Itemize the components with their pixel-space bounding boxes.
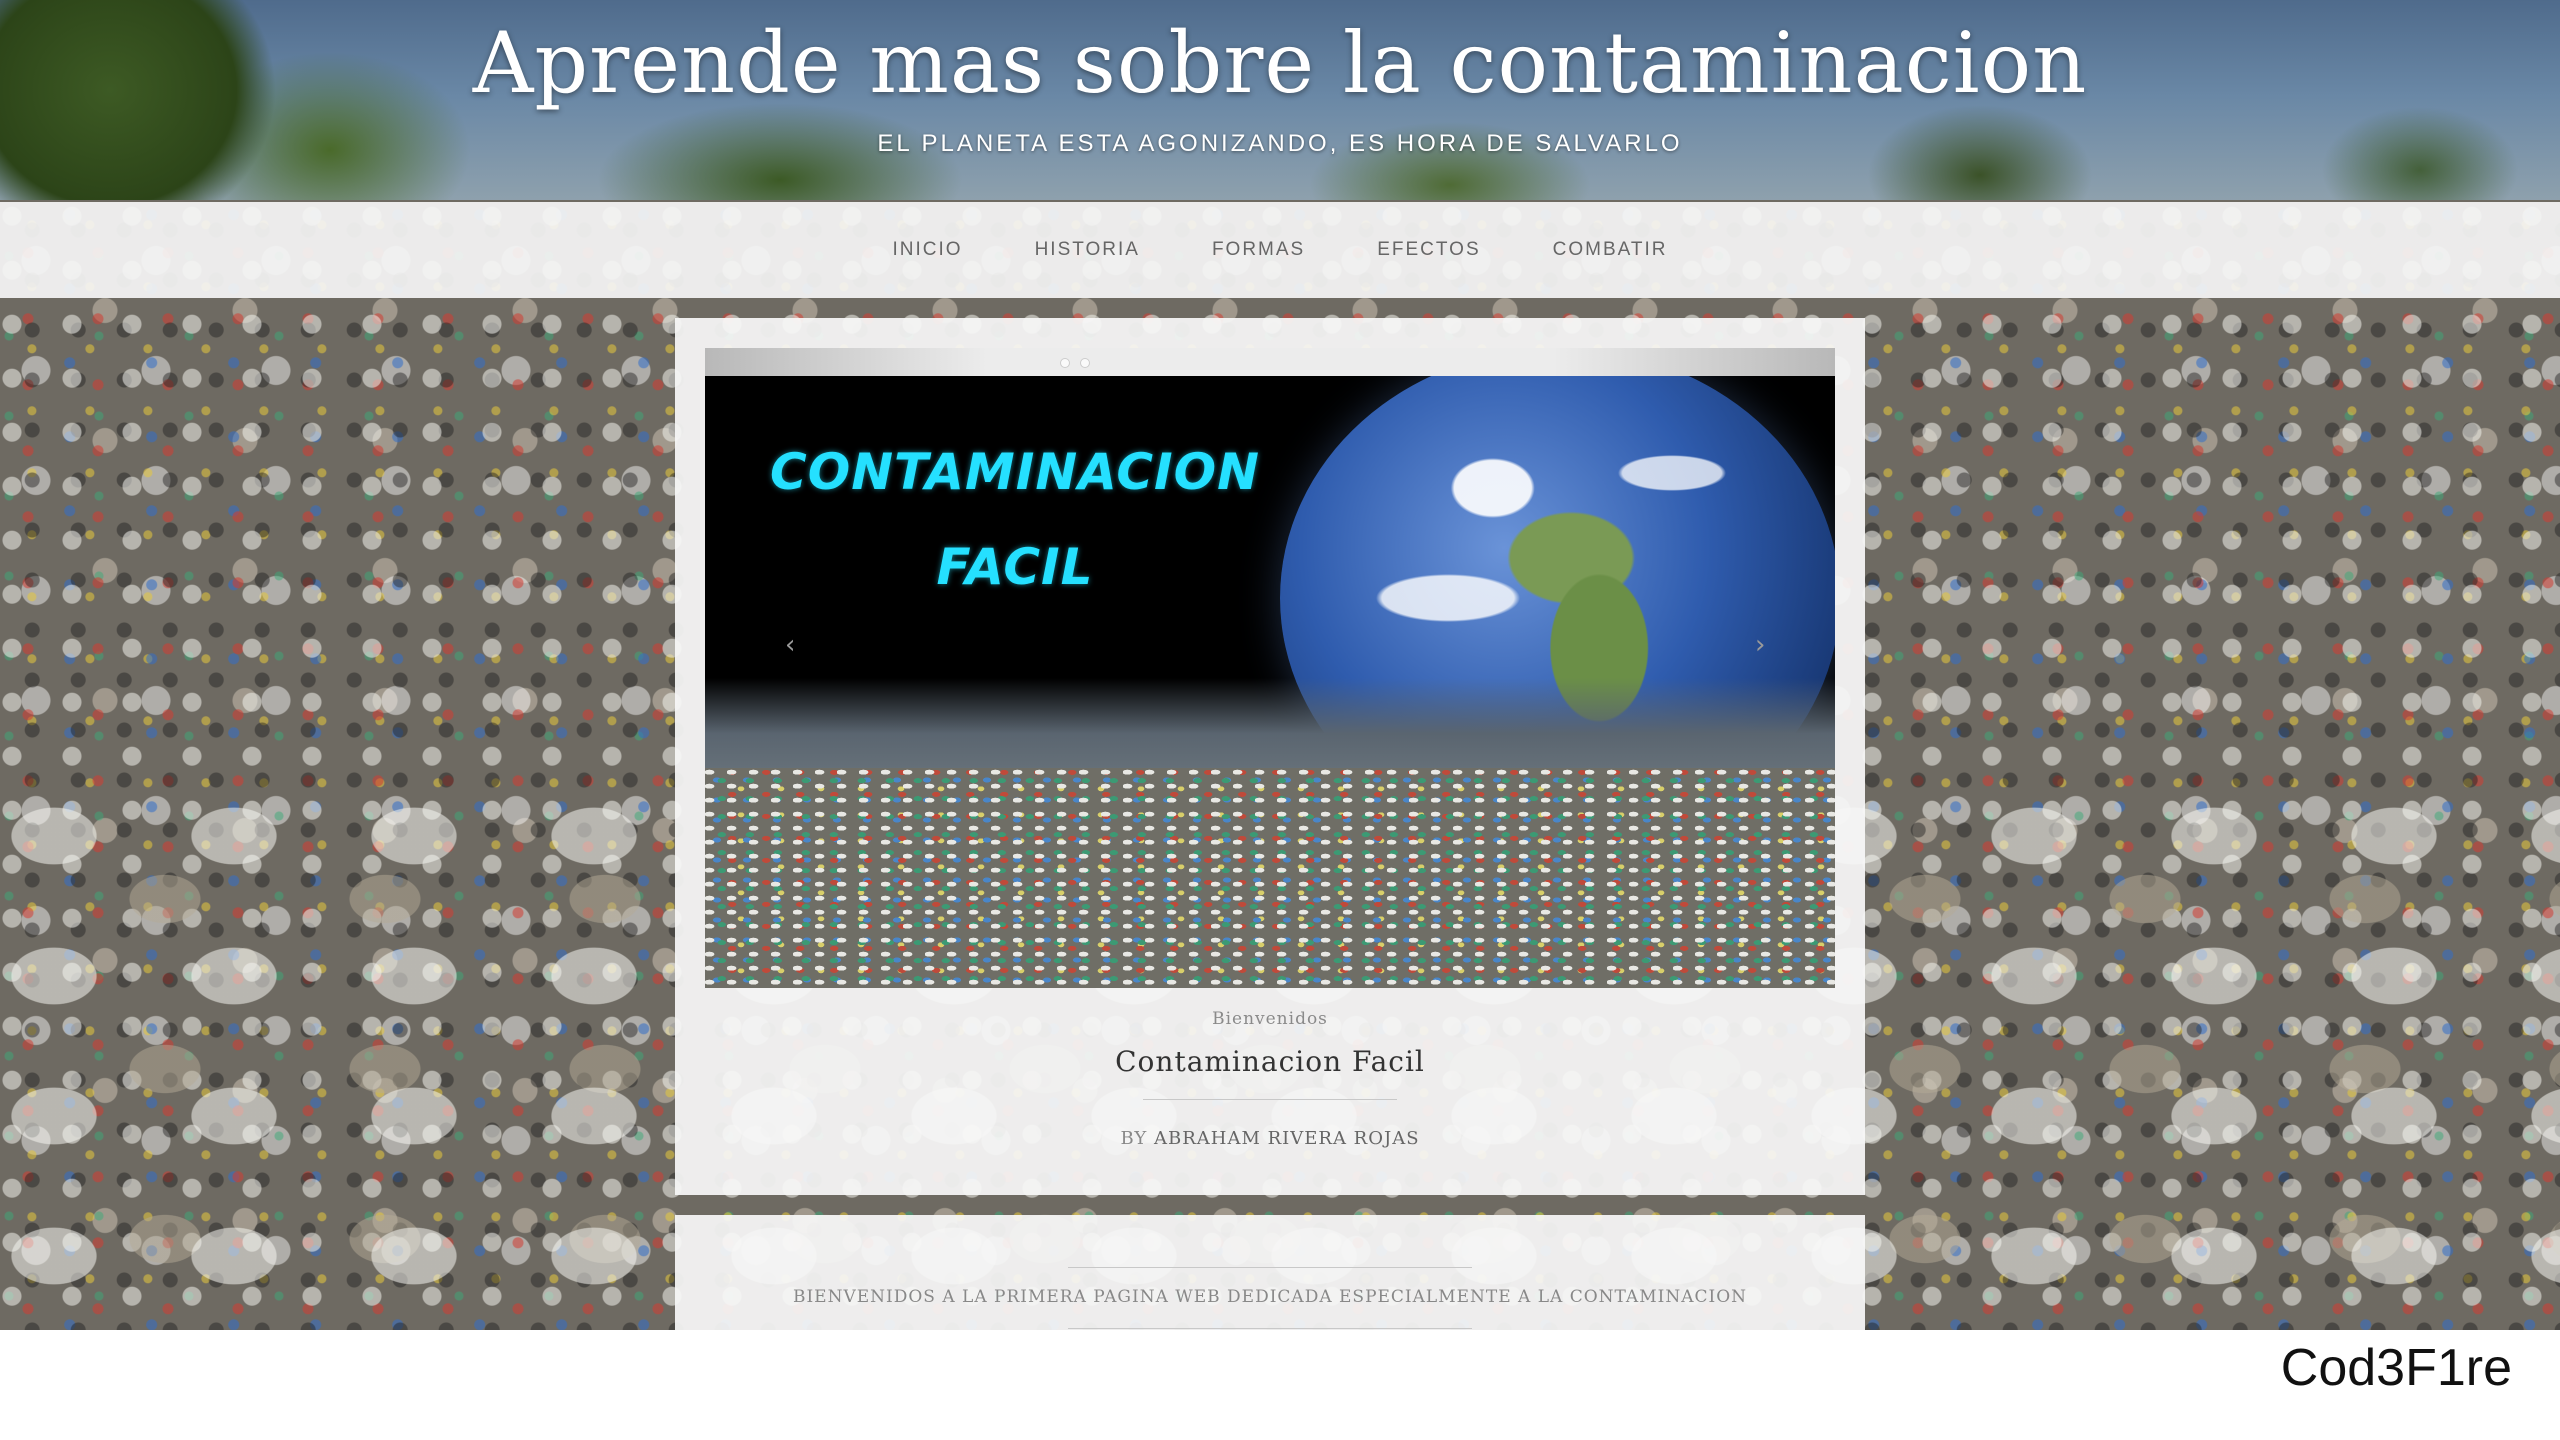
site-tagline: EL PLANETA ESTA AGONIZANDO, ES HORA DE S… xyxy=(877,130,1683,157)
slider-pagination xyxy=(1060,358,1090,368)
nav-item-combatir[interactable]: COMBATIR xyxy=(1553,239,1668,261)
post-divider xyxy=(1143,1099,1397,1100)
slider-top-bar xyxy=(705,348,1835,376)
nav-item-historia[interactable]: HISTORIA xyxy=(1035,239,1140,261)
main-navigation: INICIO HISTORIA FORMAS EFECTOS COMBATIR xyxy=(0,202,2560,298)
post-kicker: Bienvenidos xyxy=(1212,1009,1328,1029)
post-author-link[interactable]: ABRAHAM RIVERA ROJAS xyxy=(1154,1128,1420,1149)
nav-item-formas[interactable]: FORMAS xyxy=(1212,239,1305,261)
image-slider[interactable]: CONTAMINACION FACIL ‹ › xyxy=(705,348,1835,988)
chevron-left-icon[interactable]: ‹ xyxy=(785,630,795,660)
slider-dot[interactable] xyxy=(1060,358,1070,368)
intro-divider-bottom xyxy=(1068,1328,1472,1329)
intro-divider-top xyxy=(1068,1267,1472,1268)
site-title: Aprende mas sobre la contaminacion xyxy=(472,14,2088,112)
slider-dot[interactable] xyxy=(1080,358,1090,368)
post-title[interactable]: Contaminacion Facil xyxy=(675,1045,1865,1078)
chevron-right-icon[interactable]: › xyxy=(1755,630,1765,660)
watermark-text: Cod3F1re xyxy=(2280,1339,2512,1397)
byline-label: BY xyxy=(1120,1128,1148,1149)
intro-section: BIENVENIDOS A LA PRIMERA PAGINA WEB DEDI… xyxy=(675,1215,1865,1330)
nav-item-efectos[interactable]: EFECTOS xyxy=(1377,239,1480,261)
plastic-bottles-image xyxy=(705,768,1835,988)
featured-post-card: CONTAMINACION FACIL ‹ › Bienvenidos Cont… xyxy=(675,318,1865,1195)
nav-item-inicio[interactable]: INICIO xyxy=(893,239,963,261)
post-byline: BY ABRAHAM RIVERA ROJAS xyxy=(675,1128,1865,1149)
slide-title-line2: FACIL xyxy=(936,538,1094,596)
intro-text: BIENVENIDOS A LA PRIMERA PAGINA WEB DEDI… xyxy=(792,1287,1748,1307)
slide-title-line1: CONTAMINACION xyxy=(770,443,1260,501)
